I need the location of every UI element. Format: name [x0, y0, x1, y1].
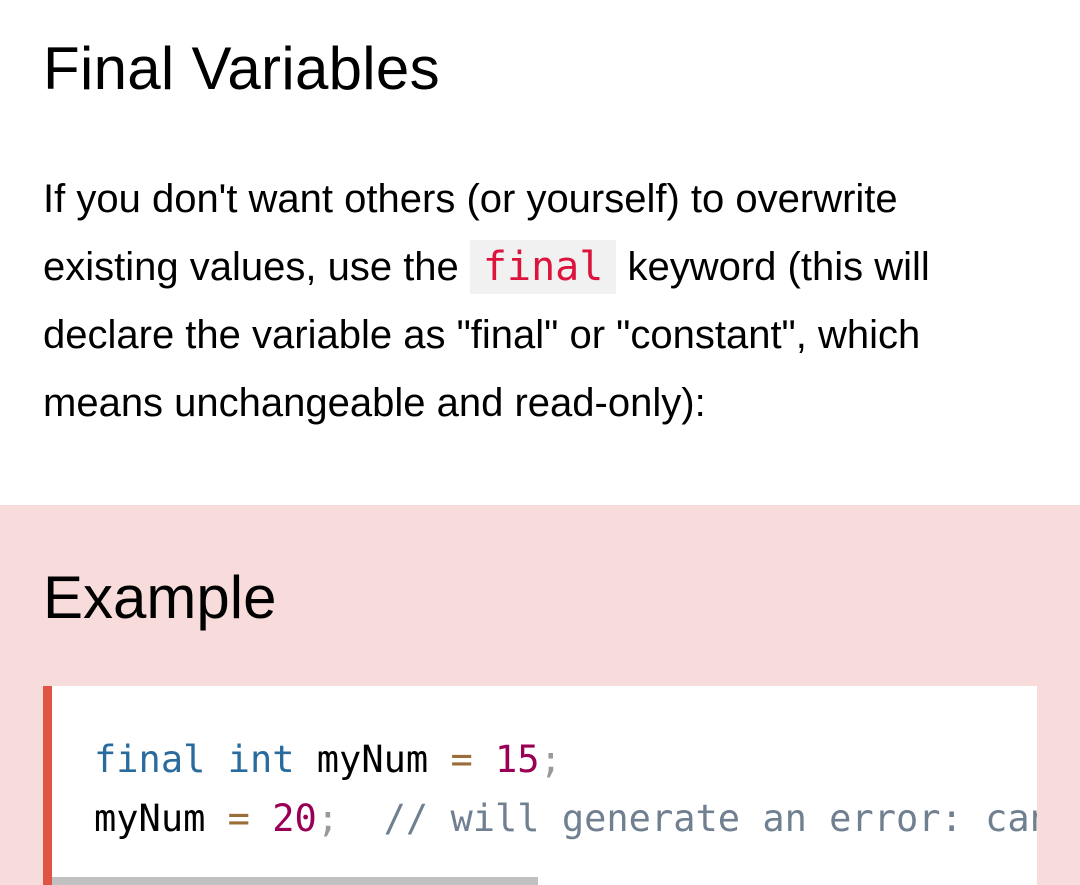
page-title: Final Variables — [43, 35, 440, 102]
code-comment: // will generate an error: cannot assign… — [383, 797, 1037, 840]
code-line-2: myNum = 20; // will generate an error: c… — [94, 789, 1037, 848]
code-semicolon: ; — [316, 797, 340, 840]
code-operator: = — [450, 738, 473, 781]
horizontal-scrollbar[interactable] — [52, 877, 538, 885]
code-block[interactable]: final int myNum = 15; myNum = 20; // will… — [43, 686, 1037, 885]
code-line-1: final int myNum = 15; — [94, 730, 1037, 789]
code-number: 20 — [272, 797, 317, 840]
example-panel: Example final int myNum = 15; myNum = 20;… — [0, 505, 1080, 885]
inline-code-keyword: final — [469, 240, 617, 294]
page: Final Variables If you don't want others… — [0, 0, 1080, 885]
example-heading: Example — [43, 564, 277, 631]
code-identifier: myNum — [316, 738, 429, 781]
code-keyword-int: int — [227, 738, 295, 781]
code-identifier: myNum — [94, 797, 206, 840]
code-semicolon: ; — [539, 738, 562, 781]
intro-paragraph: If you don't want others (or yourself) t… — [43, 165, 1043, 437]
code-number: 15 — [495, 738, 540, 781]
code-lines: final int myNum = 15; myNum = 20; // will… — [94, 730, 1037, 848]
code-operator: = — [227, 797, 250, 840]
content-section: Final Variables If you don't want others… — [0, 0, 1080, 437]
code-keyword-final: final — [94, 738, 206, 781]
